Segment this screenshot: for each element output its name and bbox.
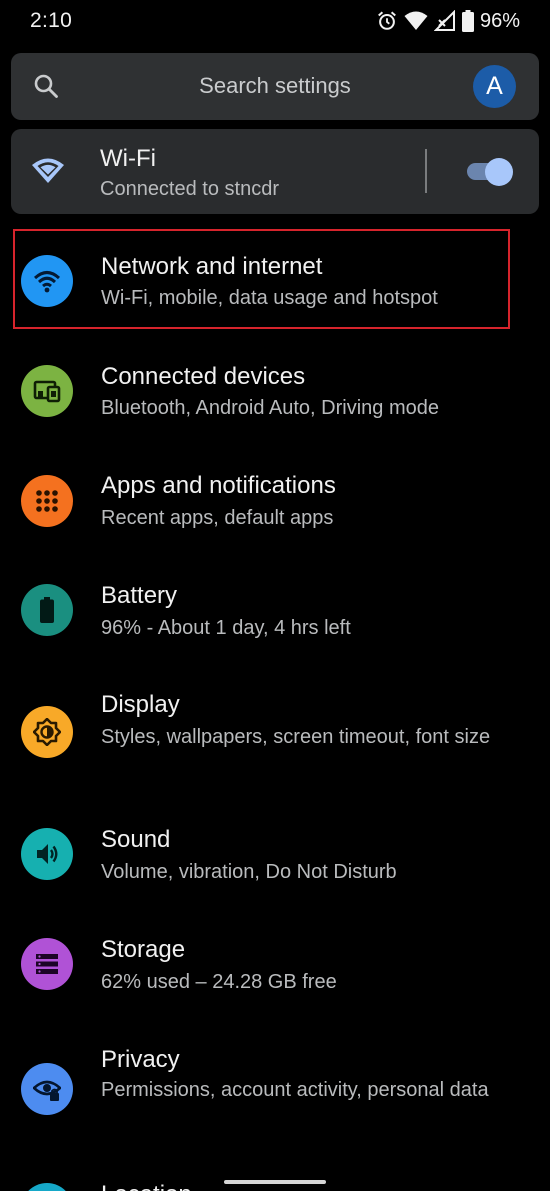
search-placeholder[interactable]: Search settings xyxy=(11,73,539,99)
settings-item-battery[interactable]: Battery 96% - About 1 day, 4 hrs left xyxy=(0,565,550,665)
wifi-toggle[interactable] xyxy=(465,157,513,187)
cell-signal-icon xyxy=(433,10,456,32)
devices-icon xyxy=(21,365,73,417)
status-bar: 2:10 96% xyxy=(0,0,550,44)
settings-item-display[interactable]: Display Styles, wallpapers, screen timeo… xyxy=(0,675,550,800)
settings-item-title: Privacy xyxy=(101,1046,180,1073)
storage-icon xyxy=(21,938,73,990)
settings-item-title: Sound xyxy=(101,826,171,853)
volume-icon xyxy=(21,828,73,880)
brightness-icon xyxy=(21,706,73,758)
location-icon xyxy=(21,1183,73,1191)
settings-item-privacy[interactable]: Privacy Permissions, account activity, p… xyxy=(0,1030,550,1165)
battery-status-icon xyxy=(461,10,474,32)
settings-item-subtitle: Permissions, account activity, personal … xyxy=(101,1079,489,1101)
alarm-icon xyxy=(376,10,398,32)
settings-item-title: Display xyxy=(101,691,180,718)
settings-item-subtitle: Volume, vibration, Do Not Disturb xyxy=(101,861,397,883)
wifi-subtitle: Connected to stncdr xyxy=(100,178,279,200)
settings-item-connected-devices[interactable]: Connected devices Bluetooth, Android Aut… xyxy=(0,345,550,445)
toggle-thumb xyxy=(485,158,513,186)
highlight-annotation xyxy=(13,229,510,329)
settings-item-apps[interactable]: Apps and notifications Recent apps, defa… xyxy=(0,455,550,555)
settings-item-sound[interactable]: Sound Volume, vibration, Do Not Disturb xyxy=(0,810,550,910)
status-icons: 96% xyxy=(376,9,520,33)
settings-item-title: Apps and notifications xyxy=(101,472,336,499)
privacy-eye-icon xyxy=(21,1063,73,1115)
battery-percent: 96% xyxy=(479,9,520,32)
wifi-title: Wi-Fi xyxy=(100,145,156,172)
gesture-nav-handle[interactable] xyxy=(224,1180,326,1184)
settings-item-location[interactable]: Location xyxy=(0,1165,550,1191)
search-bar[interactable]: Search settings A xyxy=(11,53,539,120)
settings-item-subtitle: Recent apps, default apps xyxy=(101,507,334,529)
settings-item-title: Connected devices xyxy=(101,363,306,390)
wifi-icon xyxy=(31,157,65,190)
status-time: 2:10 xyxy=(30,9,73,32)
settings-item-title: Location xyxy=(101,1181,192,1191)
wifi-card[interactable]: Wi-Fi Connected to stncdr xyxy=(11,129,539,214)
settings-item-subtitle: 62% used – 24.28 GB free xyxy=(101,971,337,993)
settings-item-subtitle: 96% - About 1 day, 4 hrs left xyxy=(101,617,351,639)
settings-item-subtitle: Bluetooth, Android Auto, Driving mode xyxy=(101,397,439,419)
settings-item-storage[interactable]: Storage 62% used – 24.28 GB free xyxy=(0,920,550,1020)
apps-grid-icon xyxy=(21,475,73,527)
account-avatar[interactable]: A xyxy=(473,65,516,108)
wifi-signal-icon xyxy=(404,10,428,32)
settings-item-title: Storage xyxy=(101,936,186,963)
battery-icon xyxy=(21,584,73,636)
settings-item-subtitle: Styles, wallpapers, screen timeout, font… xyxy=(101,726,491,748)
divider xyxy=(425,149,427,193)
settings-item-title: Battery xyxy=(101,582,178,609)
